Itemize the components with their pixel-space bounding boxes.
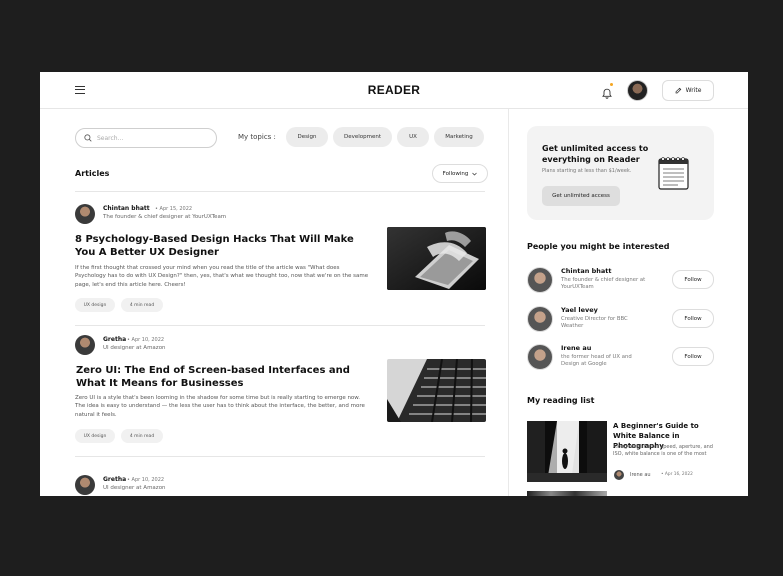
article-card[interactable]: Gretha • Apr 10, 2022 UI designer at Ama… — [75, 335, 486, 450]
person-item: Irene au the former head of UX and Desig… — [527, 344, 714, 374]
author-avatar[interactable] — [75, 475, 95, 495]
notification-bell-icon[interactable] — [602, 83, 613, 99]
person-item: Yael levey Creative Director for BBC Wea… — [527, 306, 714, 336]
person-avatar[interactable] — [527, 306, 553, 332]
reading-list-heading: My reading list — [527, 396, 595, 405]
article-card[interactable]: Chintan bhatt • Apr 15, 2022 The founder… — [75, 204, 486, 319]
search-placeholder: Search... — [97, 134, 124, 142]
membership-promo-card: Get unlimited access to everything on Re… — [527, 126, 714, 220]
column-divider — [508, 109, 509, 496]
write-button[interactable]: Write — [662, 80, 714, 101]
divider — [75, 191, 485, 192]
article-title[interactable]: Zero UI: The End of Screen-based Interfa… — [76, 364, 356, 390]
topics-label: My topics : — [238, 133, 276, 141]
person-name[interactable]: Chintan bhatt — [561, 267, 612, 275]
topic-chip-ux[interactable]: UX — [397, 127, 429, 147]
following-dropdown[interactable]: Following — [432, 164, 488, 183]
app-window: READER Write Search... My topics : Desig… — [40, 72, 748, 496]
author-name[interactable]: Chintan bhatt — [103, 205, 150, 212]
person-description: the former head of UX and Design at Goog… — [561, 354, 632, 367]
author-name[interactable]: Irene au — [630, 472, 651, 478]
search-icon — [84, 134, 92, 142]
person-item: Chintan bhatt The founder & chief design… — [527, 267, 714, 297]
user-avatar[interactable] — [627, 80, 648, 101]
follow-button[interactable]: Follow — [672, 309, 714, 328]
read-time: 4 min read — [121, 298, 163, 312]
author-name[interactable]: Gretha — [103, 336, 126, 343]
get-unlimited-access-button[interactable]: Get unlimited access — [542, 186, 620, 206]
top-navbar: READER Write — [40, 72, 748, 109]
article-card[interactable]: Gretha • Apr 10, 2022 UI designer at Ama… — [75, 475, 485, 496]
notification-dot — [610, 83, 613, 86]
person-description: The founder & chief designer at YourUXTe… — [561, 277, 646, 290]
chevron-down-icon — [472, 172, 478, 175]
article-title[interactable]: 8 Psychology-Based Design Hacks That Wil… — [75, 233, 355, 259]
article-date: • Apr 10, 2022 — [127, 476, 165, 483]
divider — [75, 325, 485, 326]
reading-list-meta: Irene au • Apr 16, 2022 — [613, 470, 713, 480]
article-tag[interactable]: UX design — [75, 429, 115, 443]
person-description: Creative Director for BBC Weather — [561, 316, 628, 329]
author-name[interactable]: Gretha — [103, 476, 126, 483]
articles-heading: Articles — [75, 169, 110, 178]
people-heading: People you might be interested — [527, 242, 670, 251]
divider — [75, 456, 485, 457]
article-excerpt: If the first thought that crossed your m… — [75, 265, 369, 288]
article-date: • Apr 16, 2022 — [661, 472, 693, 477]
person-name[interactable]: Irene au — [561, 344, 591, 352]
article-thumbnail-laptop[interactable] — [387, 227, 486, 290]
author-avatar[interactable] — [75, 204, 95, 224]
promo-subtitle: Plans starting at less than $1/week. — [542, 168, 632, 174]
person-avatar[interactable] — [527, 344, 553, 370]
author-avatar[interactable] — [75, 335, 95, 355]
follow-button[interactable]: Follow — [672, 270, 714, 289]
article-thumbnail-building[interactable] — [387, 359, 486, 422]
edit-icon — [675, 87, 681, 94]
reading-list-description: Along with shutter speed, aperture, and … — [613, 444, 713, 457]
author-role: UI designer at Amazon — [103, 345, 166, 351]
topic-chip-design[interactable]: Design — [286, 127, 328, 147]
following-label: Following — [442, 170, 469, 177]
reading-list-thumbnail[interactable] — [527, 421, 607, 482]
author-role: UI designer at Amazon — [103, 485, 166, 491]
notepad-icon — [658, 156, 689, 190]
article-date: • Apr 10, 2022 — [127, 336, 165, 343]
article-excerpt: Zero UI is a style that's been looming i… — [75, 395, 365, 418]
person-avatar[interactable] — [527, 267, 553, 293]
topic-chip-development[interactable]: Development — [333, 127, 392, 147]
promo-title: Get unlimited access to everything on Re… — [542, 144, 649, 164]
author-avatar[interactable] — [614, 470, 624, 480]
follow-button[interactable]: Follow — [672, 347, 714, 366]
reading-list-thumbnail[interactable] — [527, 491, 607, 496]
write-button-label: Write — [685, 87, 702, 94]
read-time: 4 min read — [121, 429, 163, 443]
topic-chip-marketing[interactable]: Marketing — [434, 127, 484, 147]
person-name[interactable]: Yael levey — [561, 306, 598, 314]
author-role: The founder & chief designer at YourUXTe… — [103, 214, 227, 220]
search-input[interactable]: Search... — [75, 128, 217, 148]
article-tag[interactable]: UX design — [75, 298, 115, 312]
article-date: • Apr 15, 2022 — [155, 205, 193, 212]
